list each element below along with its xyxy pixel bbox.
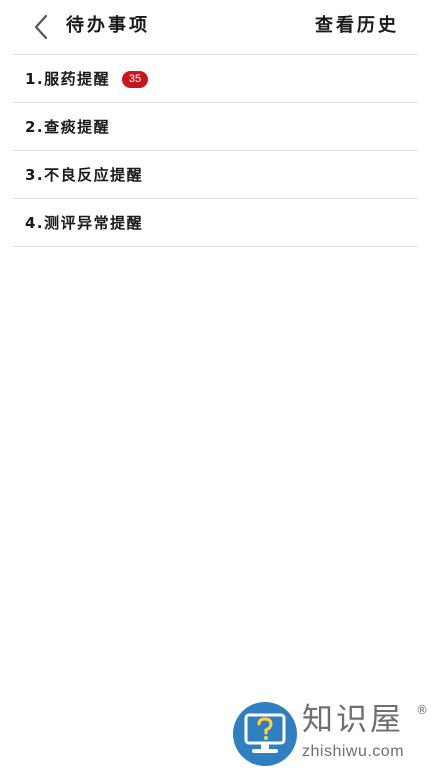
- list-item-label: 2.查痰提醒: [25, 118, 111, 136]
- page-title: 待办事项: [66, 15, 150, 36]
- list-item-adverse-reaction-reminder[interactable]: 3.不良反应提醒: [13, 151, 418, 199]
- back-button[interactable]: [28, 12, 56, 42]
- list-item-medication-reminder[interactable]: 1.服药提醒 35: [13, 55, 418, 103]
- monitor-question-icon: [233, 702, 297, 766]
- list-item-label: 3.不良反应提醒: [25, 166, 144, 184]
- list-item-sputum-check-reminder[interactable]: 2.查痰提醒: [13, 103, 418, 151]
- count-badge: 35: [122, 71, 148, 88]
- todo-screen: 待办事项 查看历史 1.服药提醒 35 2.查痰提醒 3.不良反应提醒 4.测评…: [0, 0, 431, 768]
- watermark-url: zhishiwu.com: [302, 743, 405, 760]
- chevron-left-icon: [34, 14, 48, 40]
- todo-list: 1.服药提醒 35 2.查痰提醒 3.不良反应提醒 4.测评异常提醒: [13, 55, 418, 247]
- watermark-brand: 知识屋: [302, 702, 404, 738]
- view-history-button[interactable]: 查看历史: [315, 14, 399, 38]
- list-item-assessment-abnormal-reminder[interactable]: 4.测评异常提醒: [13, 199, 418, 247]
- list-item-label: 4.测评异常提醒: [25, 214, 144, 232]
- registered-mark: ®: [416, 703, 428, 717]
- app-header: 待办事项 查看历史: [0, 0, 431, 54]
- list-item-label: 1.服药提醒: [25, 70, 111, 88]
- watermark: 知识屋 ® zhishiwu.com: [232, 700, 431, 768]
